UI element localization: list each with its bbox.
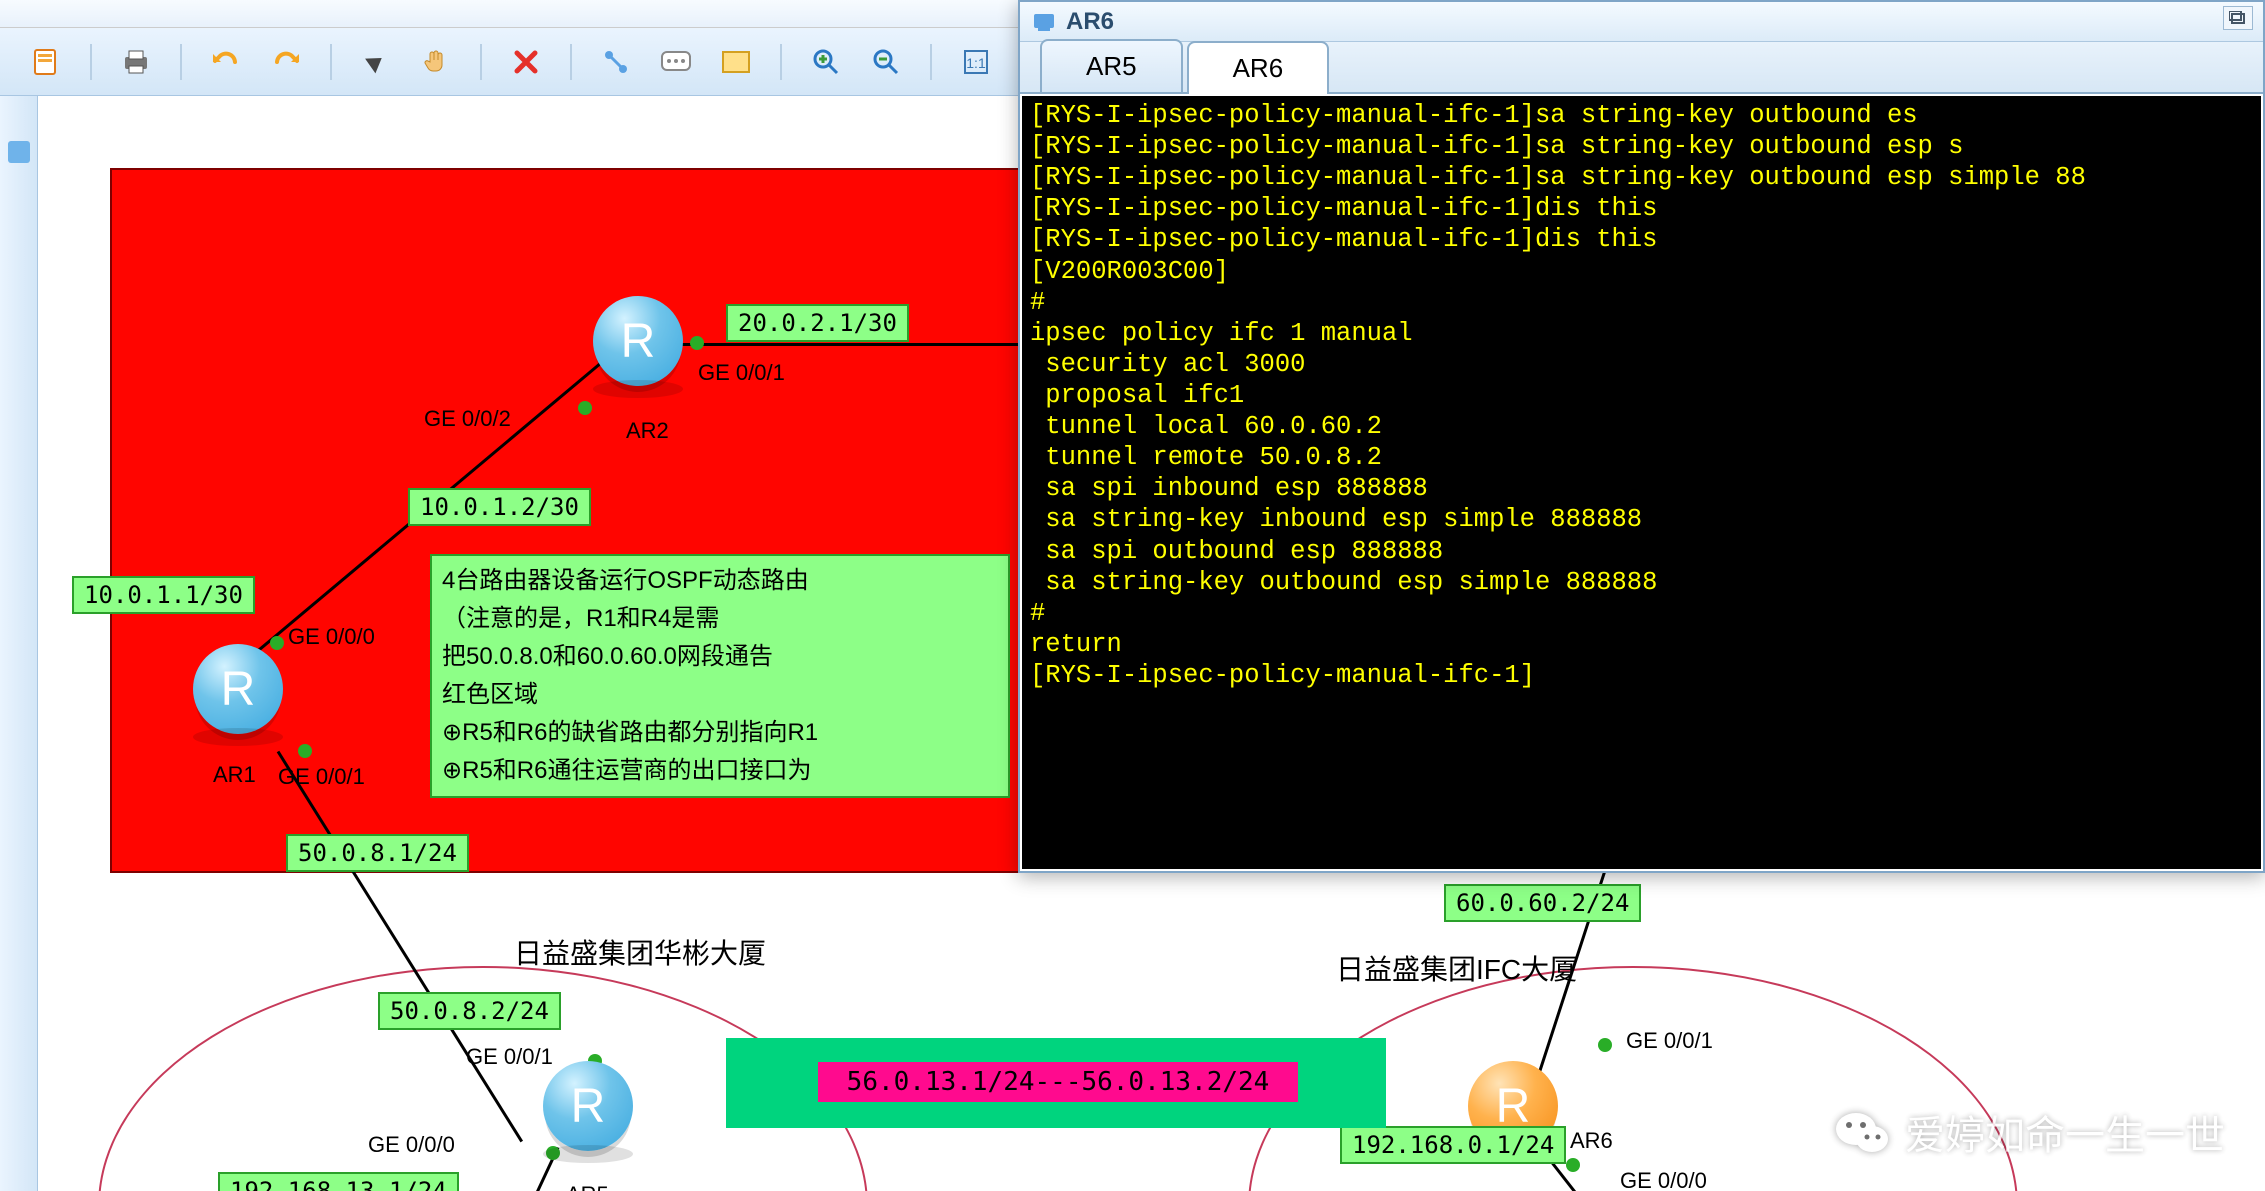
if-label: GE 0/0/2 [424, 406, 511, 432]
restore-window-icon[interactable] [2223, 6, 2253, 30]
svg-text:1:1: 1:1 [966, 55, 986, 71]
terminal-app-icon [1032, 10, 1056, 34]
sidebar-tool-icon[interactable] [3, 136, 35, 168]
ip-label: 10.0.1.2/30 [408, 488, 591, 526]
router-ar2[interactable]: R [593, 296, 683, 386]
port-dot [270, 636, 284, 650]
topology-note-text: 4台路由器设备运行OSPF动态路由 （注意的是，R1和R4是需 把50.0.8.… [442, 562, 998, 790]
ip-label: 192.168.13.1/24 [218, 1172, 459, 1191]
wechat-icon [1835, 1109, 1889, 1155]
site-a-label: 日益盛集团华彬大厦 [514, 932, 766, 972]
device-label-ar6: AR6 [1570, 1128, 1613, 1154]
terminal-output: [RYS-I-ipsec-policy-manual-ifc-1]sa stri… [1022, 96, 2261, 695]
port-dot [690, 336, 704, 350]
device-label-ar1: AR1 [213, 762, 256, 788]
if-label: GE 0/0/0 [1620, 1168, 1707, 1191]
terminal-tab-bar: AR5 AR6 [1020, 42, 2263, 94]
if-label: GE 0/0/1 [698, 360, 785, 386]
link-tool-icon[interactable] [600, 46, 632, 78]
toolbar-separator [780, 44, 782, 80]
watermark-text: 爱婷如命一生一世 [1905, 1103, 2225, 1161]
tunnel-pink-bar: 56.0.13.1/24---56.0.13.2/24 [818, 1062, 1298, 1102]
port-dot [1566, 1158, 1580, 1172]
terminal-tab-label: AR5 [1086, 51, 1137, 81]
delete-icon[interactable] [510, 46, 542, 78]
device-label-ar2: AR2 [626, 418, 669, 444]
toolbar-separator [480, 44, 482, 80]
toolbar-separator [90, 44, 92, 80]
ip-label: 20.0.2.1/30 [726, 304, 909, 342]
new-doc-icon[interactable] [30, 46, 62, 78]
toolbar-separator [570, 44, 572, 80]
terminal-window[interactable]: AR6 AR5 AR6 [RYS-I-ipsec-policy-manual-i… [1018, 0, 2265, 873]
terminal-tab-label: AR6 [1233, 53, 1284, 83]
terminal-tab-ar6[interactable]: AR6 [1187, 41, 1330, 94]
watermark: 爱婷如命一生一世 [1835, 1103, 2225, 1161]
print-icon[interactable] [120, 46, 152, 78]
ip-label: 50.0.8.2/24 [378, 992, 561, 1030]
device-label-ar5: AR5 [566, 1182, 609, 1191]
redo-icon[interactable] [270, 46, 302, 78]
if-label: GE 0/0/1 [1626, 1028, 1713, 1054]
terminal-tab-ar5[interactable]: AR5 [1040, 39, 1183, 92]
toolbar-separator [180, 44, 182, 80]
ip-label: 50.0.8.1/24 [286, 834, 469, 872]
zoom-in-icon[interactable] [810, 46, 842, 78]
terminal-body[interactable]: [RYS-I-ipsec-policy-manual-ifc-1]sa stri… [1022, 96, 2261, 869]
left-sidebar [0, 96, 38, 1191]
if-label: GE 0/0/0 [288, 624, 375, 650]
pan-tool-icon[interactable] [420, 46, 452, 78]
note-tool-icon[interactable] [660, 46, 692, 78]
ip-label: 192.168.0.1/24 [1340, 1126, 1566, 1164]
topology-note: 4台路由器设备运行OSPF动态路由 （注意的是，R1和R4是需 把50.0.8.… [430, 554, 1010, 798]
site-b-label: 日益盛集团IFC大厦 [1336, 948, 1577, 988]
undo-icon[interactable] [210, 46, 242, 78]
toolbar-separator [930, 44, 932, 80]
port-dot [1598, 1038, 1612, 1052]
zoom-fit-icon[interactable]: 1:1 [960, 46, 992, 78]
router-ar1[interactable]: R [193, 644, 283, 734]
ip-label: 60.0.60.2/24 [1444, 884, 1641, 922]
rect-tool-icon[interactable] [720, 46, 752, 78]
ip-label: 10.0.1.1/30 [72, 576, 255, 614]
router-ar5[interactable]: R [543, 1061, 633, 1151]
if-label: GE 0/0/1 [466, 1044, 553, 1070]
select-tool-icon[interactable] [360, 46, 392, 78]
terminal-title: AR6 [1066, 8, 1114, 36]
if-label: GE 0/0/0 [368, 1132, 455, 1158]
tunnel-pair-label: 56.0.13.1/24---56.0.13.2/24 [847, 1067, 1270, 1097]
zoom-out-icon[interactable] [870, 46, 902, 78]
if-label: GE 0/0/1 [278, 764, 365, 790]
terminal-titlebar[interactable]: AR6 [1020, 2, 2263, 42]
port-dot [298, 744, 312, 758]
toolbar-separator [330, 44, 332, 80]
port-dot [578, 401, 592, 415]
